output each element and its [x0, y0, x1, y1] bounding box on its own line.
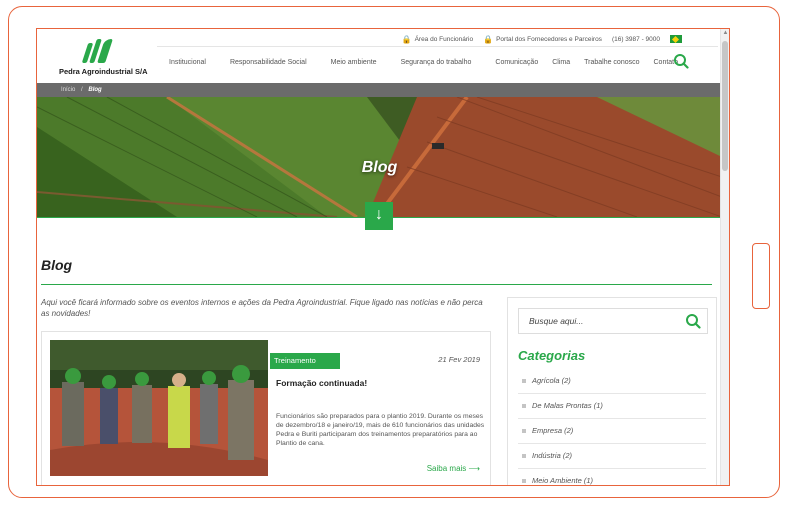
read-more-link[interactable]: Saiba mais ⟶ [427, 464, 480, 473]
page: 🔒 Área do Funcionário 🔒 Portal dos Forne… [37, 29, 722, 485]
bullet-icon [522, 454, 526, 458]
brazil-flag-icon[interactable] [670, 35, 682, 43]
category-label: Empresa (2) [532, 426, 574, 435]
training-photo [50, 340, 268, 476]
nav-item-meio-ambiente[interactable]: Meio ambiente [331, 59, 377, 66]
nav-item-trabalhe-conosco[interactable]: Trabalhe conosco [584, 59, 639, 66]
scrollbar-thumb[interactable] [722, 41, 728, 171]
lock-icon: 🔒 [483, 34, 494, 44]
bullet-icon [522, 379, 526, 383]
bullet-icon [522, 404, 526, 408]
bullet-icon [522, 429, 526, 433]
page-scrollbar[interactable]: ▲ [720, 29, 729, 485]
breadcrumb: Início / Blog [37, 83, 722, 97]
heading-divider [41, 284, 712, 285]
blog-post-card[interactable]: Treinamento 21 Fev 2019 Formação continu… [41, 331, 491, 485]
post-category-tag[interactable]: Treinamento [270, 353, 340, 369]
nav-item-institucional[interactable]: Institucional [169, 59, 206, 66]
employee-area-label: Área do Funcionário [414, 35, 474, 43]
breadcrumb-current: Blog [88, 87, 102, 93]
nav-item-seguranca-trabalho[interactable]: Segurança do trabalho [401, 59, 472, 66]
suppliers-portal-label: Portal dos Fornecedores e Parceiros [496, 35, 602, 43]
category-item[interactable]: Indústria (2) [518, 444, 706, 469]
categories-title: Categorias [518, 348, 586, 363]
post-title[interactable]: Formação continuada! [276, 378, 367, 388]
sidebar-search [518, 308, 708, 334]
arrow-right-icon: ⟶ [468, 464, 480, 473]
hero-title: Blog [361, 159, 398, 176]
category-item[interactable]: De Malas Prontas (1) [518, 394, 706, 419]
category-label: De Malas Prontas (1) [532, 401, 603, 410]
category-label: Indústria (2) [532, 451, 573, 460]
category-item[interactable]: Empresa (2) [518, 419, 706, 444]
logo-mark-icon [81, 39, 159, 63]
scroll-up-icon[interactable]: ▲ [721, 30, 729, 36]
nav-item-comunicacao[interactable]: Comunicação [495, 59, 538, 66]
lock-icon: 🔒 [401, 34, 412, 44]
search-icon[interactable] [673, 53, 689, 69]
arrow-down-icon: ↓ [375, 206, 383, 223]
page-title: Blog [41, 257, 73, 273]
header-divider [157, 46, 718, 47]
breadcrumb-home[interactable]: Início [61, 87, 75, 93]
category-list: Agrícola (2) De Malas Prontas (1) Empres… [518, 369, 706, 485]
tablet-home-button[interactable] [752, 243, 770, 309]
nav-item-clima[interactable]: Clima [552, 59, 570, 66]
phone-number: (16) 3987 - 9000 [611, 35, 660, 43]
post-image[interactable] [50, 340, 268, 476]
post-date: 21 Fev 2019 [438, 355, 480, 364]
hero-banner: Blog [37, 97, 722, 217]
logo-text: Pedra Agroindustrial S/A [59, 67, 148, 76]
main-nav: Institucional Responsabilidade Social Me… [169, 59, 692, 66]
search-icon[interactable] [685, 313, 701, 329]
category-label: Meio Ambiente (1) [532, 476, 593, 485]
category-item[interactable]: Agrícola (2) [518, 369, 706, 394]
scroll-down-button[interactable]: ↓ [365, 202, 393, 230]
suppliers-portal-link[interactable]: 🔒 Portal dos Fornecedores e Parceiros [483, 35, 602, 44]
breadcrumb-separator: / [81, 87, 83, 93]
category-label: Agrícola (2) [532, 376, 571, 385]
sidebar: Categorias Agrícola (2) De Malas Prontas… [507, 297, 717, 485]
browser-screen: 🔒 Área do Funcionário 🔒 Portal dos Forne… [36, 28, 730, 486]
read-more-label: Saiba mais [426, 464, 467, 473]
employee-area-link[interactable]: 🔒 Área do Funcionário [402, 35, 474, 44]
utility-bar: 🔒 Área do Funcionário 🔒 Portal dos Forne… [157, 32, 722, 46]
bullet-icon [522, 479, 526, 483]
aerial-field-image [37, 97, 722, 217]
post-excerpt: Funcionários são preparados para o plant… [276, 413, 485, 447]
nav-item-responsabilidade-social[interactable]: Responsabilidade Social [230, 59, 307, 66]
sidebar-search-input[interactable] [519, 309, 679, 333]
company-logo[interactable]: Pedra Agroindustrial S/A [59, 39, 159, 76]
category-item[interactable]: Meio Ambiente (1) [518, 469, 706, 485]
intro-text: Aqui você ficará informado sobre os even… [41, 298, 483, 318]
